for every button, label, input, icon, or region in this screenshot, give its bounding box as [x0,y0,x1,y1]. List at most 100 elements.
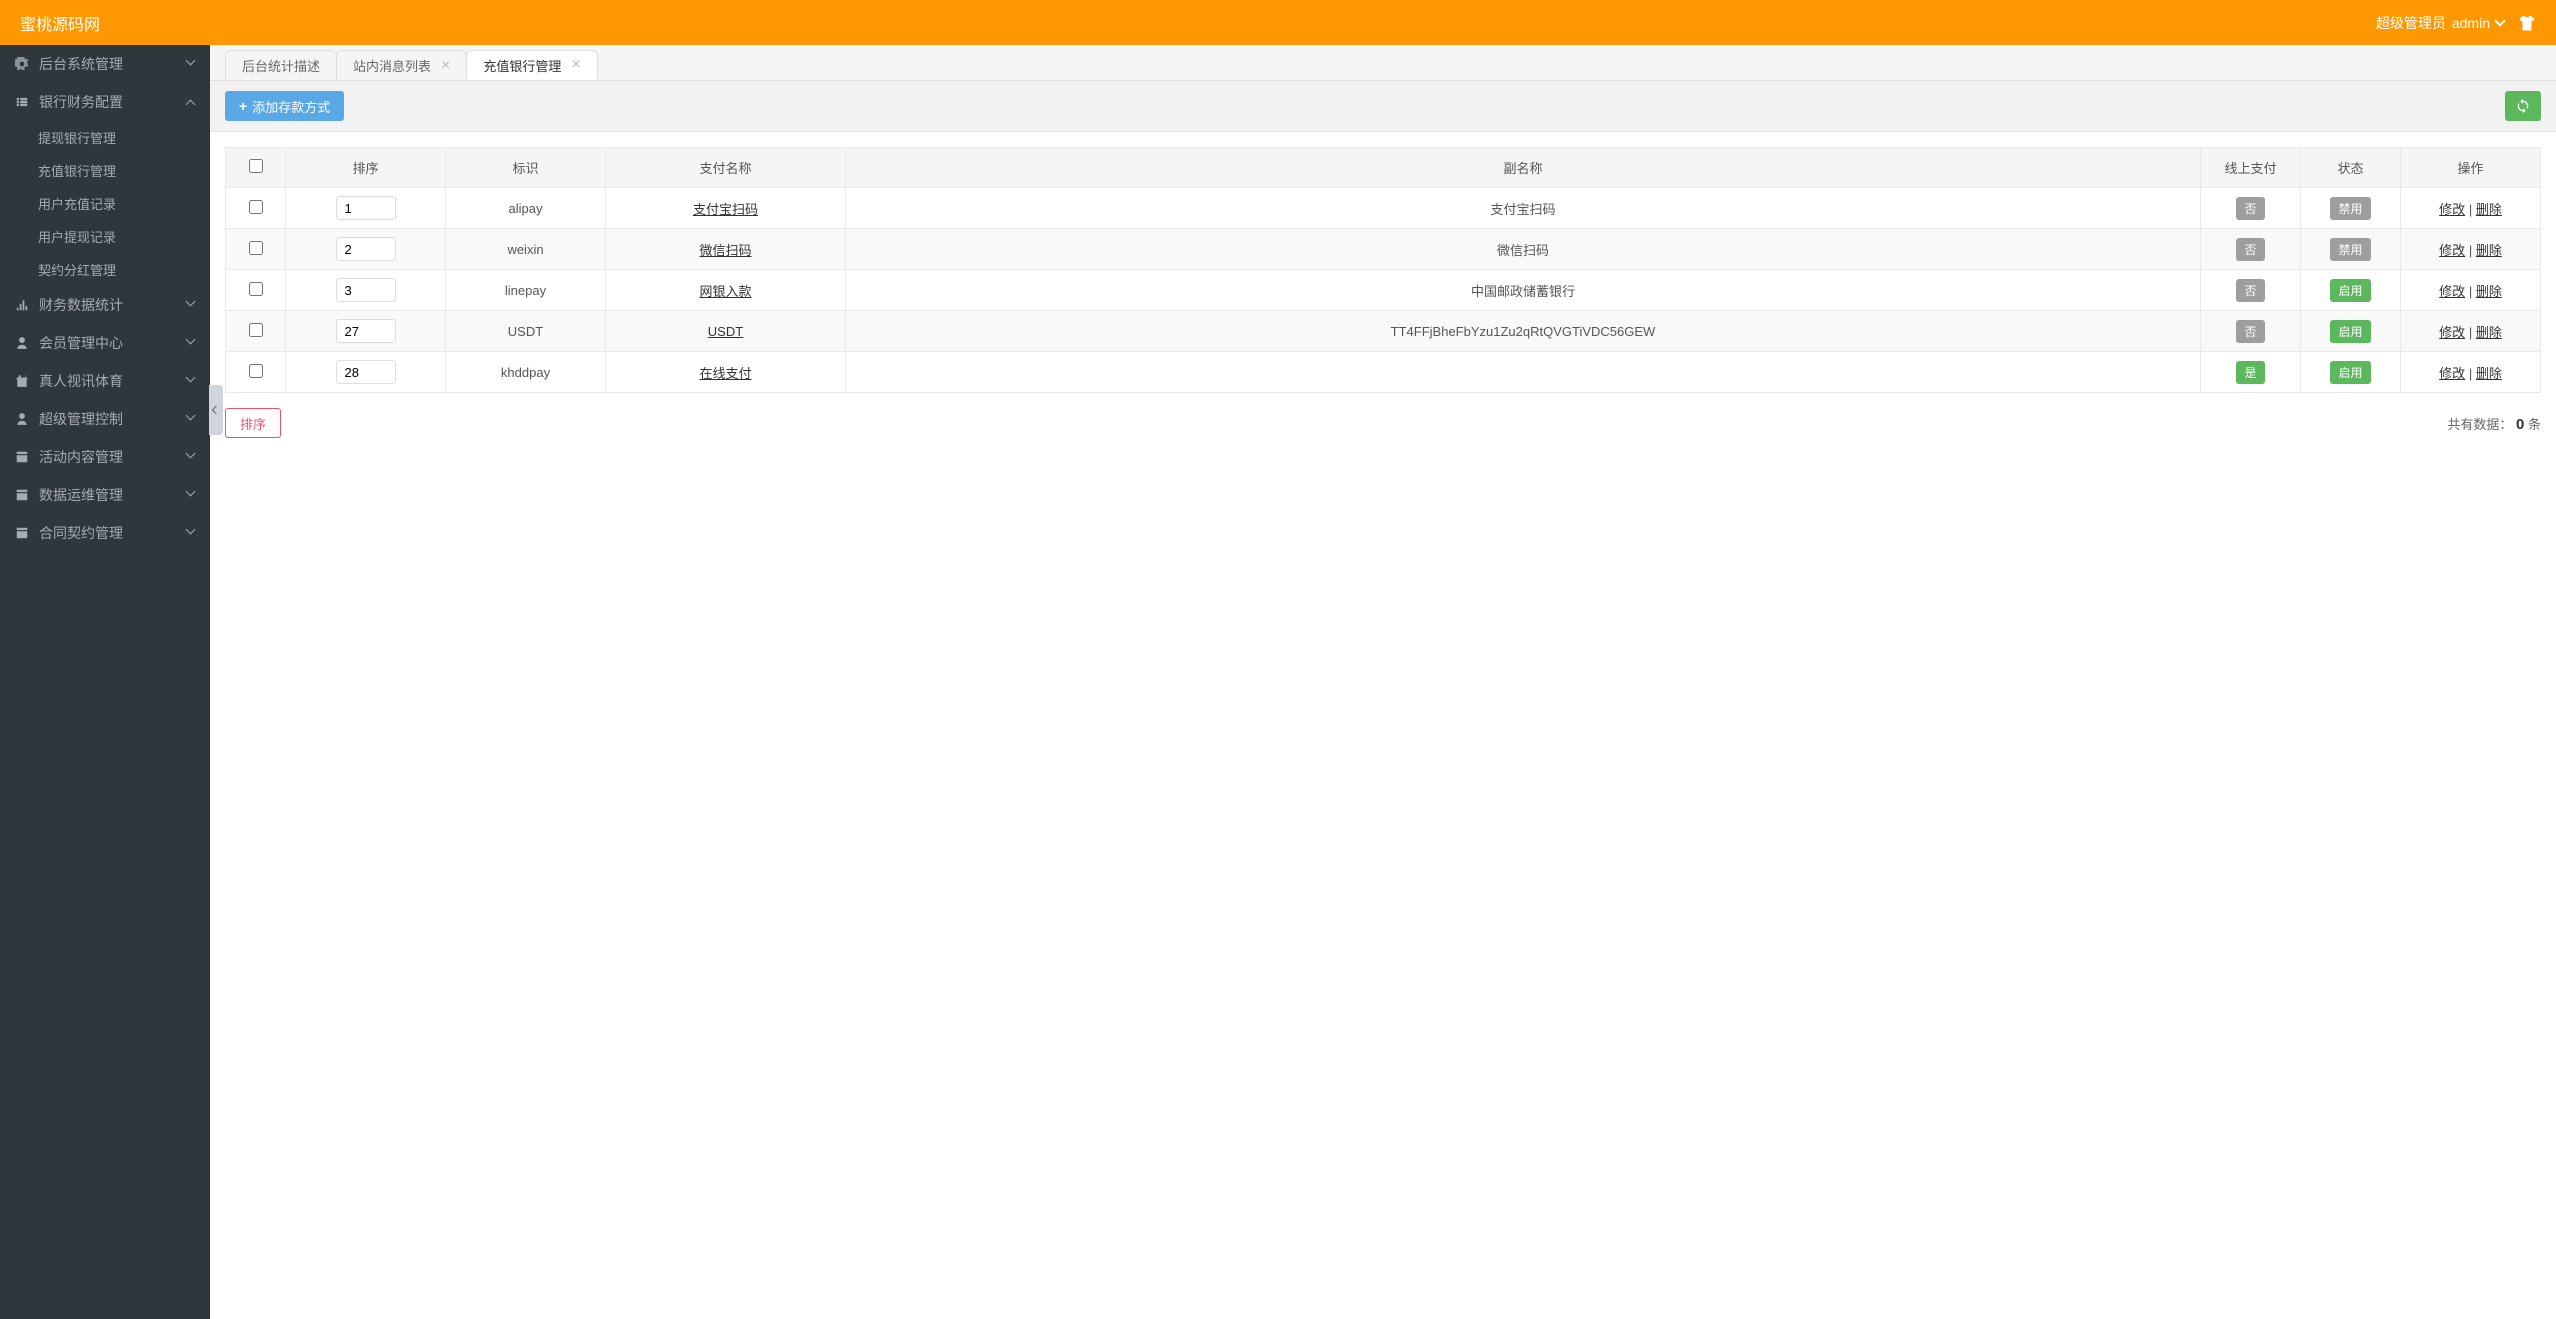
payname-link[interactable]: 支付宝扫码 [693,202,758,217]
table-row: USDT USDT TT4FFjBheFbYzu1Zu2qRtQVGTiVDC5… [226,311,2541,352]
delete-link[interactable]: 删除 [2476,284,2502,299]
sidebar-label: 数据运维管理 [39,485,123,505]
sort-input[interactable] [336,319,396,343]
online-badge[interactable]: 否 [2236,197,2264,220]
td-status: 禁用 [2301,188,2401,229]
chevron-down-icon [187,339,195,347]
close-icon[interactable]: × [571,57,580,73]
sidebar-item-live[interactable]: 真人视讯体育 [0,362,210,400]
payname-link[interactable]: 在线支付 [699,366,751,381]
payname-link[interactable]: 网银入款 [699,284,751,299]
row-checkbox[interactable] [249,282,263,296]
select-all-checkbox[interactable] [249,159,263,173]
count-value: 0 [2516,416,2524,433]
sidebar-item-admin[interactable]: 超级管理控制 [0,400,210,438]
chevron-down-icon [187,415,195,423]
td-sort [286,229,446,270]
delete-link[interactable]: 删除 [2476,366,2502,381]
separator: | [2469,243,2476,258]
td-payname: 在线支付 [606,352,846,393]
separator: | [2469,366,2476,381]
tabs: 后台统计描述 站内消息列表 × 充值银行管理 × [210,45,2556,81]
status-badge[interactable]: 启用 [2330,361,2370,384]
edit-link[interactable]: 修改 [2439,202,2465,217]
th-flag: 标识 [446,148,606,188]
chevron-up-icon [187,98,195,106]
td-action: 修改 | 删除 [2401,188,2541,229]
tab-label: 充值银行管理 [483,56,561,75]
row-checkbox[interactable] [249,200,263,214]
sidebar-item-activity[interactable]: 活动内容管理 [0,438,210,476]
sidebar-label: 活动内容管理 [39,447,123,467]
status-badge[interactable]: 启用 [2330,320,2370,343]
row-checkbox[interactable] [249,323,263,337]
deposit-table: 排序 标识 支付名称 副名称 线上支付 状态 操作 alipay 支付宝扫码 支… [225,147,2541,393]
td-payname: 支付宝扫码 [606,188,846,229]
sidebar-label: 银行财务配置 [39,92,123,112]
toolbar: + 添加存款方式 [210,81,2556,132]
edit-link[interactable]: 修改 [2439,366,2465,381]
td-payname: USDT [606,311,846,352]
sort-button[interactable]: 排序 [225,408,281,438]
status-badge[interactable]: 禁用 [2330,197,2370,220]
chevron-down-icon [187,301,195,309]
sidebar-sublabel: 提现银行管理 [38,128,116,147]
gear-icon [15,57,29,71]
tab-messages[interactable]: 站内消息列表 × [336,50,467,80]
payname-link[interactable]: 微信扫码 [699,243,751,258]
table-row: weixin 微信扫码 微信扫码 否 禁用 修改 | 删除 [226,229,2541,270]
online-badge[interactable]: 是 [2236,361,2264,384]
online-badge[interactable]: 否 [2236,238,2264,261]
sort-input[interactable] [336,278,396,302]
delete-link[interactable]: 删除 [2476,202,2502,217]
online-badge[interactable]: 否 [2236,320,2264,343]
status-badge[interactable]: 禁用 [2330,238,2370,261]
payname-link[interactable]: USDT [708,324,743,339]
td-action: 修改 | 删除 [2401,270,2541,311]
sidebar-item-member[interactable]: 会员管理中心 [0,324,210,362]
row-checkbox[interactable] [249,364,263,378]
delete-link[interactable]: 删除 [2476,325,2502,340]
sort-input[interactable] [336,237,396,261]
td-flag: alipay [446,188,606,229]
data-count: 共有数据： 0 条 [2447,414,2541,433]
button-label: 添加存款方式 [252,97,330,116]
tab-dashboard[interactable]: 后台统计描述 [225,50,337,80]
sidebar-item-backend[interactable]: 后台系统管理 [0,45,210,83]
user-dropdown[interactable]: 超级管理员 admin [2376,13,2506,33]
chevron-down-icon [187,377,195,385]
sidebar-item-finance[interactable]: 财务数据统计 [0,286,210,324]
refresh-button[interactable] [2505,91,2541,121]
delete-link[interactable]: 删除 [2476,243,2502,258]
sidebar-subitem-dividend[interactable]: 契约分红管理 [0,253,210,286]
close-icon[interactable]: × [441,58,450,74]
sidebar-subitem-deposit-bank[interactable]: 充值银行管理 [0,154,210,187]
sort-input[interactable] [336,360,396,384]
add-deposit-button[interactable]: + 添加存款方式 [225,91,344,121]
tab-deposit-bank[interactable]: 充值银行管理 × [466,50,597,80]
sort-input[interactable] [336,196,396,220]
sidebar-subitem-withdraw-bank[interactable]: 提现银行管理 [0,121,210,154]
sidebar-item-bank[interactable]: 银行财务配置 [0,83,210,121]
td-sort [286,311,446,352]
td-sort [286,270,446,311]
theme-icon[interactable] [2518,14,2536,32]
td-subname: 中国邮政储蓄银行 [846,270,2201,311]
edit-link[interactable]: 修改 [2439,325,2465,340]
sidebar-collapse-handle[interactable] [209,385,223,435]
td-action: 修改 | 删除 [2401,352,2541,393]
online-badge[interactable]: 否 [2236,279,2264,302]
th-sort: 排序 [286,148,446,188]
td-payname: 网银入款 [606,270,846,311]
sidebar-subitem-user-withdraw[interactable]: 用户提现记录 [0,220,210,253]
sidebar-subitem-user-deposit[interactable]: 用户充值记录 [0,187,210,220]
edit-link[interactable]: 修改 [2439,284,2465,299]
status-badge[interactable]: 启用 [2330,279,2370,302]
row-checkbox[interactable] [249,241,263,255]
edit-link[interactable]: 修改 [2439,243,2465,258]
td-action: 修改 | 删除 [2401,311,2541,352]
chevron-down-icon [187,491,195,499]
sidebar-item-contract[interactable]: 合同契约管理 [0,514,210,552]
sidebar-item-ops[interactable]: 数据运维管理 [0,476,210,514]
td-flag: khddpay [446,352,606,393]
